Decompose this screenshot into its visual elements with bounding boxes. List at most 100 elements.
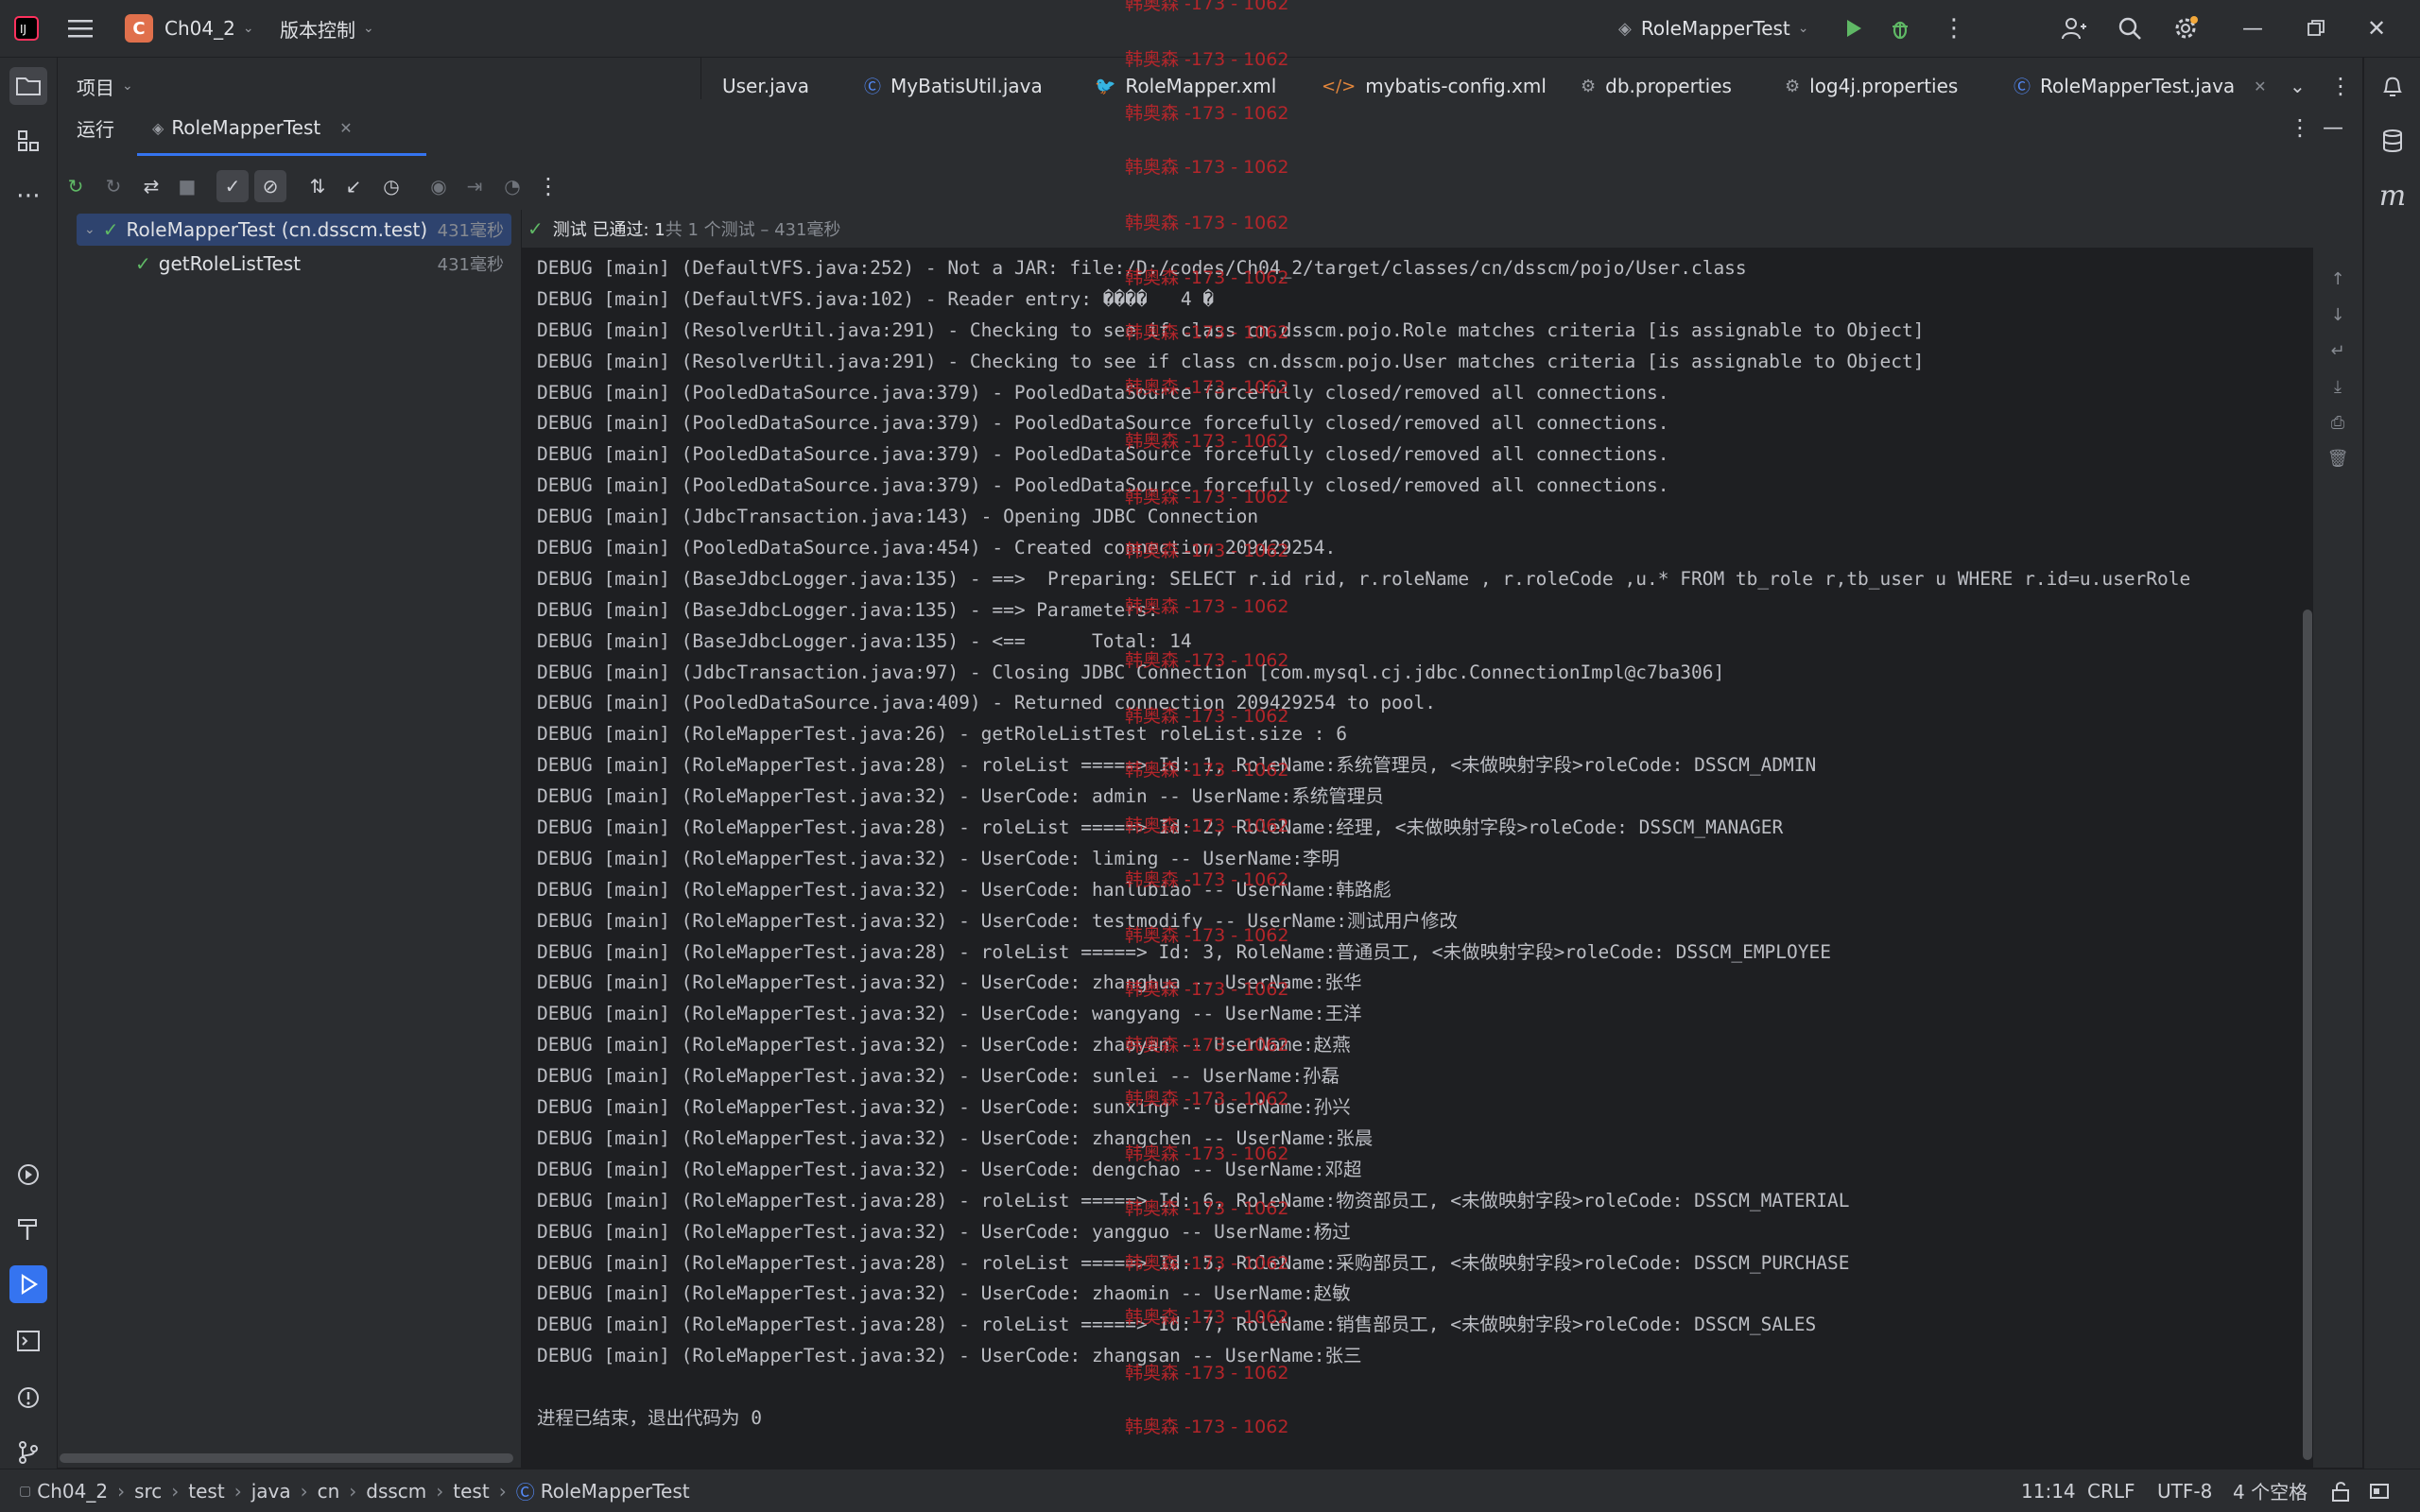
show-ignored-icon[interactable]: ⊘ [254,170,286,202]
project-switcher[interactable]: C Ch04_2 ⌄ [125,0,254,57]
line-separator[interactable]: CRLF [2087,1469,2135,1512]
main-menu-icon[interactable] [68,0,93,57]
properties-gear-icon: ⚙ [1785,76,1801,96]
console-line: DEBUG [main] (RoleMapperTest.java:32) - … [537,971,1362,994]
terminal-icon[interactable] [9,1322,47,1360]
app-logo-icon[interactable]: IJ [13,0,40,57]
vcs-menu-label: 版本控制 [280,18,355,42]
cursor-position[interactable]: 11:14 [2021,1469,2076,1512]
tab-rolemappertest[interactable]: ◈ RoleMapperTest ✕ [152,99,353,156]
up-arrow-icon[interactable]: ↑ [2325,266,2350,291]
console-line: DEBUG [main] (PooledDataSource.java:379)… [537,474,1669,497]
breadcrumb-item[interactable]: src [134,1480,162,1503]
console-scrollbar[interactable] [2303,610,2312,1460]
right-tool-strip: m [2363,58,2420,1469]
soft-wrap-icon[interactable]: ↵ [2325,338,2350,363]
database-icon[interactable] [2374,122,2411,160]
notifications-bell-icon[interactable] [2374,67,2411,105]
structure-icon[interactable] [9,122,47,160]
watermark-text: 韩奥森 -173 - 1062 [1125,1143,1289,1164]
test-duration: 431毫秒 [437,221,504,241]
watermark-text: 韩奥森 -173 - 1062 [1125,1089,1289,1109]
close-window-icon[interactable]: ✕ [2367,0,2386,57]
horizontal-scrollbar[interactable] [60,1453,513,1463]
more-tools-icon[interactable]: ⋯ [9,177,47,215]
run-button[interactable] [1841,0,1864,57]
breadcrumb-item[interactable]: java [251,1480,291,1503]
add-user-icon[interactable] [2061,0,2087,57]
breadcrumb-item[interactable]: RoleMapperTest [541,1480,690,1503]
console-line: DEBUG [main] (DefaultVFS.java:102) - Rea… [537,287,1215,310]
memory-indicator-icon[interactable] [2369,1469,2390,1512]
import-icon[interactable]: ◔ [496,170,528,202]
search-icon[interactable] [2118,0,2142,57]
toolbar-more-icon[interactable]: ⋮ [532,170,564,202]
chevron-down-icon: ⌄ [1797,21,1809,36]
close-tab-icon[interactable]: ✕ [2254,77,2266,95]
minimize-icon[interactable]: — [2242,0,2263,57]
debug-button[interactable] [1889,0,1911,57]
chevron-down-icon: ⌄ [242,21,254,36]
run-config-selector[interactable]: ◈ RoleMapperTest ⌄ [1618,0,1809,57]
watermark-text: 韩奥森 -173 - 1062 [1125,1363,1289,1383]
restore-icon[interactable] [2307,0,2325,57]
watermark-text: 韩奥森 -173 - 1062 [1125,431,1289,452]
down-arrow-icon[interactable]: ↓ [2325,302,2350,327]
console-line: DEBUG [main] (RoleMapperTest.java:32) - … [537,1096,1351,1119]
export-icon[interactable]: ⇥ [458,170,491,202]
toggle-auto-test-icon[interactable]: ⇄ [135,170,167,202]
breadcrumb-item[interactable]: dsscm [366,1480,426,1503]
run-tab-label: 运行 [77,117,114,141]
stop-icon[interactable]: ■ [171,170,203,202]
breadcrumb[interactable]: ▢ Ch04_2 › src › test › java › cn › dssc… [19,1469,690,1512]
console-line: DEBUG [main] (ResolverUtil.java:291) - C… [537,318,1925,341]
show-passed-icon[interactable]: ✓ [216,170,249,202]
passed-check-icon: ✓ [102,218,119,241]
rerun-failed-icon[interactable]: ↻ [97,170,130,202]
maven-icon[interactable]: m [2374,177,2411,215]
scroll-to-end-icon[interactable]: ⤓ [2325,374,2350,399]
run-tool-icon[interactable] [9,1265,47,1303]
test-tree: ⌄ ✓ RoleMapperTest (cn.dsscm.test) 431毫秒… [58,210,522,1468]
trash-icon[interactable]: 🗑 [2325,446,2350,471]
console-line: DEBUG [main] (DefaultVFS.java:252) - Not… [537,257,1747,279]
watermark-text: 韩奥森 -173 - 1062 [1125,596,1289,617]
panel-options-icon[interactable]: ⋮ [2289,99,2311,156]
services-icon[interactable] [9,1156,47,1194]
test-duration: 431毫秒 [437,255,504,275]
print-icon[interactable]: ⎙ [2325,410,2350,435]
problems-icon[interactable] [9,1379,47,1417]
run-icon [1847,20,1861,37]
run-config-label: RoleMapperTest [1640,17,1790,40]
settings-gear-icon[interactable] [2172,0,2199,57]
hide-panel-icon[interactable]: — [2323,99,2343,156]
screenshot-icon[interactable]: ◉ [423,170,455,202]
sort-duration-icon[interactable]: ↙ [337,170,370,202]
chevron-right-icon: › [171,1479,180,1503]
console-line: DEBUG [main] (BaseJdbcLogger.java:135) -… [537,567,2191,590]
more-actions-icon[interactable]: ⋮ [1942,0,1966,57]
breadcrumb-item[interactable]: test [453,1480,489,1503]
history-icon[interactable]: ◷ [375,170,407,202]
vcs-menu[interactable]: 版本控制 ⌄ [280,0,374,57]
build-hammer-icon[interactable] [9,1211,47,1248]
indent-setting[interactable]: 4 个空格 [2233,1469,2308,1512]
breadcrumb-item[interactable]: Ch04_2 [37,1480,108,1503]
test-tree-root[interactable]: ⌄ ✓ RoleMapperTest (cn.dsscm.test) 431毫秒 [77,214,511,246]
git-branch-icon[interactable] [9,1434,47,1471]
tab-run[interactable]: 运行 [77,99,114,156]
unlock-icon[interactable] [2331,1469,2350,1512]
breadcrumb-item[interactable]: cn [318,1480,340,1503]
file-encoding[interactable]: UTF-8 [2157,1469,2212,1512]
console-line: DEBUG [main] (RoleMapperTest.java:28) - … [537,816,1784,839]
rerun-icon[interactable]: ↻ [60,170,92,202]
console-line: DEBUG [main] (BaseJdbcLogger.java:135) -… [537,629,1192,652]
project-folder-icon[interactable] [9,67,47,105]
breadcrumb-item[interactable]: test [188,1480,224,1503]
sort-alpha-icon[interactable]: ⇅ [302,170,334,202]
chevron-right-icon: › [498,1479,507,1503]
test-tree-item[interactable]: ✓ getRoleListTest 431毫秒 [77,248,511,280]
watermark-text: 韩奥森 -173 - 1062 [1125,650,1289,671]
close-tab-icon[interactable]: ✕ [339,119,352,137]
